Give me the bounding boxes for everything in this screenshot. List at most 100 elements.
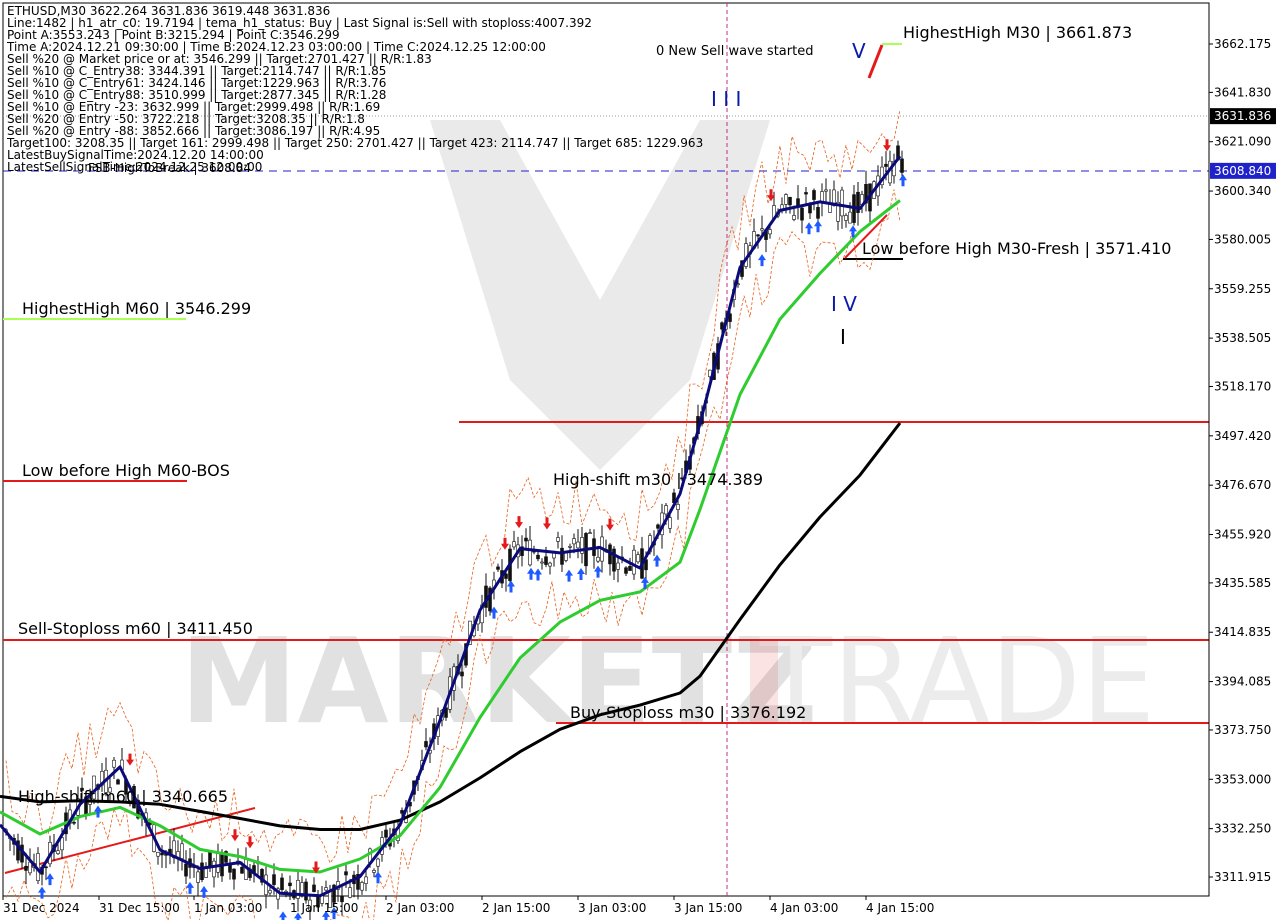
candle-body [612, 548, 616, 572]
candle-body [376, 858, 380, 867]
candle-body [496, 566, 500, 570]
candle-body [44, 866, 48, 869]
candle-body [424, 741, 428, 748]
candle-body [572, 538, 576, 545]
candle-body [636, 554, 640, 563]
candle-body [160, 852, 164, 856]
price-tick-label: 3435.585 [1214, 576, 1271, 590]
candle-body [664, 505, 668, 515]
time-tick-label: 1 Jan 03:00 [194, 901, 262, 915]
candle-body [564, 552, 568, 561]
price-tick-label: 3580.005 [1214, 232, 1271, 246]
candle-body [344, 871, 348, 876]
candle-body [528, 539, 532, 566]
candle-body [524, 537, 528, 542]
candle-body [812, 190, 816, 200]
candle-body [676, 504, 680, 510]
candle-body [548, 562, 552, 567]
candle-body [196, 871, 200, 883]
candle-body [556, 537, 560, 542]
candle-body [240, 866, 244, 874]
price-tick-label: 3311.915 [1214, 870, 1271, 884]
candle-body [72, 821, 76, 824]
price-tick-label: 3394.085 [1214, 675, 1271, 689]
candle-body [808, 205, 812, 214]
candle-body [816, 207, 820, 219]
candle-body [212, 860, 216, 878]
candle-body [544, 556, 548, 565]
watermark-text: MARKETZ TRADE [180, 612, 1155, 750]
sell-wave-annotation: 0 New Sell wave started [656, 44, 813, 59]
candle-body [288, 882, 292, 887]
candle-body [304, 881, 308, 901]
wave-label-i: I [840, 325, 846, 349]
candle-body [156, 851, 160, 857]
candle-body [504, 573, 508, 579]
time-tick-label: 4 Jan 03:00 [770, 901, 838, 915]
candle-body [768, 229, 772, 235]
label-high-shift-m60: High-shift m60 | 3340.665 [18, 787, 228, 806]
candle-body [228, 864, 232, 873]
fsb-high-to-break-label: FSB-HighToBreak | 3608.84 [88, 161, 251, 175]
candle-body [588, 532, 592, 534]
time-tick-label: 3 Jan 15:00 [674, 901, 742, 915]
candle-body [668, 517, 672, 529]
label-low-before-high-m30: Low before High M30-Fresh | 3571.410 [862, 239, 1171, 258]
candle-body [184, 863, 188, 877]
candle-body [560, 547, 564, 565]
candle-body [656, 524, 660, 529]
candle-body [540, 561, 544, 564]
candle-body [884, 163, 888, 167]
label-low-before-high-m60: Low before High M60-BOS [22, 461, 230, 480]
candle-body [360, 882, 364, 891]
time-tick-label: 4 Jan 15:00 [866, 901, 934, 915]
candle-body [460, 671, 464, 677]
candle-body [372, 870, 376, 873]
candle-body [384, 829, 388, 838]
candle-body [800, 207, 804, 221]
candle-body [112, 759, 116, 768]
candle-body [756, 234, 760, 237]
time-tick-label: 2 Jan 15:00 [482, 901, 550, 915]
candle-body [208, 851, 212, 867]
candle-body [788, 196, 792, 206]
time-tick-label: 2 Jan 03:00 [386, 901, 454, 915]
candle-body [616, 562, 620, 570]
candle-body [180, 843, 184, 859]
candle-body [628, 566, 632, 571]
label-buy-stoploss-m30: Buy-Stoploss m30 | 3376.192 [570, 703, 806, 722]
candle-body [784, 194, 788, 205]
candle-body [576, 541, 580, 549]
candle-body [364, 876, 368, 884]
candle-body [268, 890, 272, 894]
candle-body [280, 877, 284, 891]
candle-body [216, 851, 220, 873]
wave-label-iv: I V [831, 292, 857, 316]
candle-body [632, 549, 636, 575]
price-tick-label: 3518.170 [1214, 379, 1271, 393]
price-tick-label: 3332.250 [1214, 822, 1271, 836]
candle-body [624, 567, 628, 574]
candle-body [596, 556, 600, 562]
price-tick-label: 3414.835 [1214, 625, 1271, 639]
candle-body [824, 189, 828, 192]
candle-body [804, 192, 808, 195]
time-tick-label: 1 Jan 15:00 [290, 901, 358, 915]
price-chart[interactable]: MARKETZ TRADE 3662.1753641.8303621.09036… [0, 0, 1280, 920]
price-tick-label: 3373.750 [1214, 723, 1271, 737]
candle-body [348, 887, 352, 898]
candle-body [848, 211, 852, 224]
svg-text:MARKETZ: MARKETZ [180, 612, 818, 750]
candle-body [312, 884, 316, 892]
time-axis: 31 Dec 2024 31 Dec 15:00 1 Jan 03:00 1 Jan … [2, 896, 934, 915]
time-tick-label: 31 Dec 2024 [3, 901, 80, 915]
candle-body [24, 865, 28, 871]
candle-body [116, 779, 120, 785]
candle-body [56, 850, 60, 854]
price-tick-label: 3497.420 [1214, 429, 1271, 443]
price-tick-label: 3476.670 [1214, 478, 1271, 492]
price-tick-label: 3621.090 [1214, 135, 1271, 149]
price-tick-label: 3662.175 [1214, 37, 1271, 51]
price-axis: 3662.175 3641.830 3621.090 3600.340 3580.005… [1208, 3, 1271, 896]
candle-body [840, 189, 844, 217]
